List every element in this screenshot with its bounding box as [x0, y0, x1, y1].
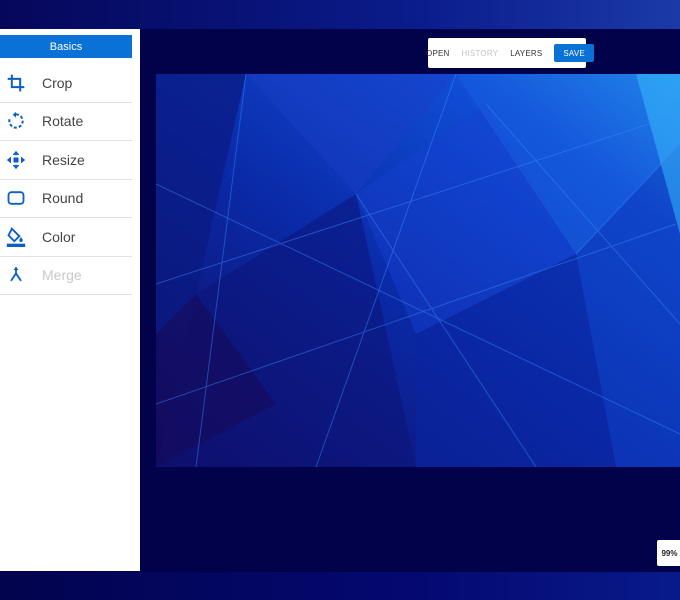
image-canvas[interactable]	[156, 74, 680, 467]
tool-merge[interactable]: Merge	[0, 257, 132, 295]
tools-sidebar: Basics Crop Rotate Resize Round Color Me…	[0, 29, 140, 571]
zoom-level[interactable]: 99%	[657, 540, 680, 566]
tool-crop[interactable]: Crop	[0, 64, 132, 103]
layers-button[interactable]: LAYERS	[504, 44, 548, 62]
history-button[interactable]: HISTORY	[456, 44, 505, 62]
tool-rotate[interactable]: Rotate	[0, 103, 132, 141]
open-button[interactable]: OPEN	[420, 44, 455, 62]
round-icon	[0, 188, 42, 208]
tool-list: Crop Rotate Resize Round Color Merge	[0, 64, 132, 295]
merge-icon	[0, 265, 42, 285]
bottom-bar	[0, 572, 680, 600]
canvas-image	[156, 74, 680, 467]
top-bar	[0, 0, 680, 29]
tool-resize-label: Resize	[42, 151, 85, 168]
tool-round-label: Round	[42, 190, 84, 207]
tool-rotate-label: Rotate	[42, 113, 84, 130]
rotate-icon	[0, 111, 42, 131]
tool-color[interactable]: Color	[0, 218, 132, 257]
tool-round[interactable]: Round	[0, 180, 132, 218]
tool-merge-label: Merge	[42, 267, 82, 284]
panel-header-basics[interactable]: Basics	[0, 35, 132, 58]
tool-crop-label: Crop	[42, 74, 73, 91]
resize-icon	[0, 150, 42, 170]
crop-icon	[0, 73, 42, 93]
top-toolbar: OPEN HISTORY LAYERS SAVE	[426, 38, 594, 68]
paint-bucket-icon	[0, 226, 42, 247]
tool-resize[interactable]: Resize	[0, 141, 132, 180]
tool-color-label: Color	[42, 228, 76, 245]
save-button[interactable]: SAVE	[554, 44, 594, 62]
